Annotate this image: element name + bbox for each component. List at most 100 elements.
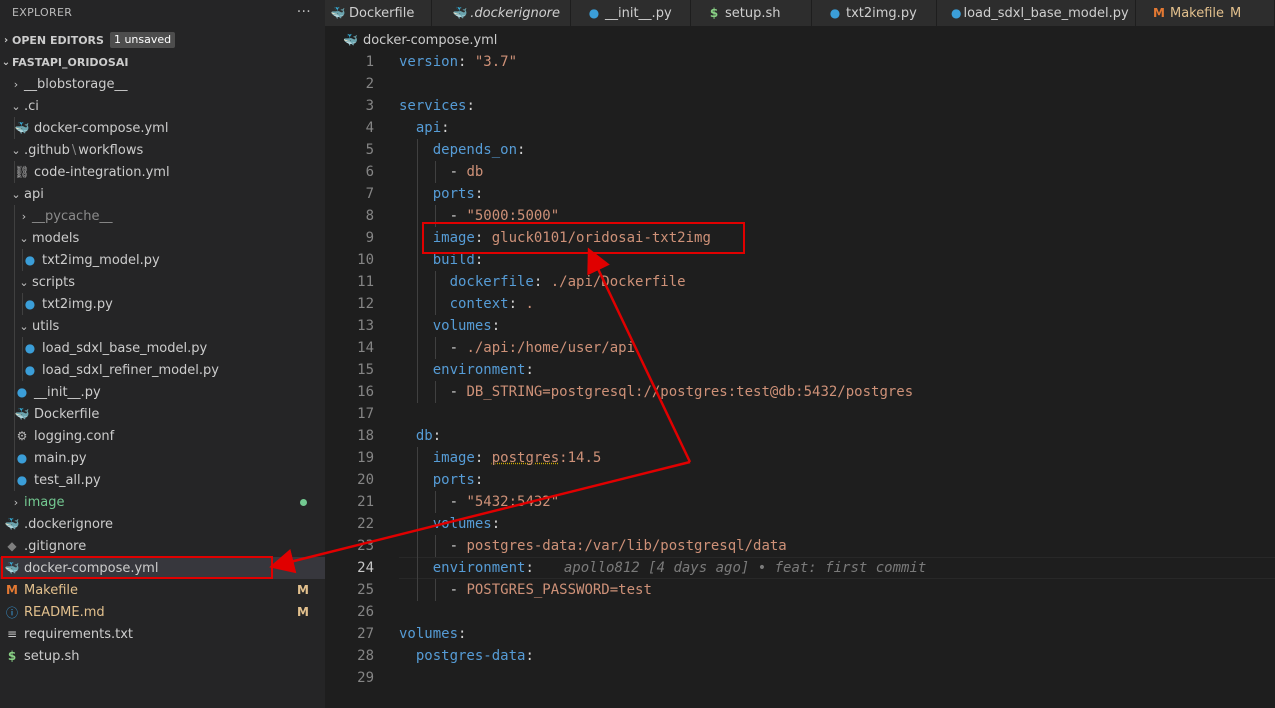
line-number: 16	[357, 384, 374, 400]
tree-file-makefile[interactable]: M Makefile M	[0, 579, 325, 601]
line-content: build:	[432, 252, 484, 268]
code-line: 8 - "5000:5000"	[325, 205, 1275, 227]
tab-setup-sh[interactable]: $ setup.sh	[691, 0, 812, 26]
yaml-value: POSTGRES_PASSWORD=test	[466, 582, 652, 598]
line-number: 19	[357, 450, 374, 466]
tree-file-gitignore[interactable]: ◆ .gitignore	[0, 535, 325, 557]
tree-folder-models[interactable]: ⌄ models	[0, 227, 325, 249]
tree-file-ci-docker-compose[interactable]: 🐳 docker-compose.yml	[0, 117, 325, 139]
tab-label: __init__.py	[605, 5, 672, 21]
chevron-down-icon: ⌄	[11, 99, 21, 113]
python-icon: ●	[951, 6, 962, 20]
tree-folder-blobstorage[interactable]: › __blobstorage__	[0, 73, 325, 95]
tree-file-test-all[interactable]: ● test_all.py	[0, 469, 325, 491]
tree-folder-scripts[interactable]: ⌄ scripts	[0, 271, 325, 293]
line-number: 15	[357, 362, 374, 378]
more-actions-icon[interactable]: ···	[297, 4, 311, 20]
tab-txt2img[interactable]: ● txt2img.py	[812, 0, 937, 26]
line-number: 11	[357, 274, 374, 290]
tree-file-init[interactable]: ● __init__.py	[0, 381, 325, 403]
line-number: 17	[357, 406, 374, 422]
chevron-down-icon: ⌄	[19, 319, 29, 333]
yaml-key: volumes	[399, 626, 459, 642]
tree-file-txt2img-model[interactable]: ● txt2img_model.py	[0, 249, 325, 271]
code-line: 16 - DB_STRING=postgresql://postgres:tes…	[325, 381, 1275, 403]
line-number: 21	[357, 494, 374, 510]
explorer-sidebar: EXPLORER ··· › OPEN EDITORS 1 unsaved ⌄ …	[0, 0, 325, 708]
tree-file-setup-sh[interactable]: $ setup.sh	[0, 645, 325, 667]
tree-file-txt2img[interactable]: ● txt2img.py	[0, 293, 325, 315]
tab-makefile[interactable]: M Makefile M	[1136, 0, 1275, 26]
code-line: 4 api:	[325, 117, 1275, 139]
code-line: 13 volumes:	[325, 315, 1275, 337]
docker-icon: 🐳	[330, 6, 346, 20]
tree-folder-pycache[interactable]: › __pycache__	[0, 205, 325, 227]
line-number: 14	[357, 340, 374, 356]
code-line: 5 depends_on:	[325, 139, 1275, 161]
tab-dockerfile[interactable]: 🐳 Dockerfile	[325, 0, 432, 26]
yaml-value: postgres	[491, 450, 560, 466]
code-line: 18 db:	[325, 425, 1275, 447]
yaml-key: image	[432, 450, 475, 466]
line-content: - postgres-data:/var/lib/postgresql/data	[449, 538, 787, 554]
yaml-key: environment	[432, 560, 526, 576]
modified-badge: M	[297, 583, 309, 597]
python-icon: ●	[588, 6, 600, 20]
docker-icon: 🐳	[343, 33, 358, 47]
breadcrumb[interactable]: 🐳 docker-compose.yml	[325, 29, 497, 51]
tree-folder-github-workflows[interactable]: ⌄ .github \ workflows	[0, 139, 325, 161]
open-editors-section[interactable]: › OPEN EDITORS 1 unsaved	[0, 29, 325, 51]
tree-file-requirements[interactable]: ≡ requirements.txt	[0, 623, 325, 645]
python-icon: ●	[16, 451, 28, 465]
code-line: 28 postgres-data:	[325, 645, 1275, 667]
tab-load-sdxl-base[interactable]: ● load_sdxl_base_model.py	[937, 0, 1136, 26]
tree-item-label: scripts	[32, 274, 75, 290]
tree-file-code-integration[interactable]: ⛓ code-integration.yml	[0, 161, 325, 183]
tree-folder-utils[interactable]: ⌄ utils	[0, 315, 325, 337]
code-line: 2	[325, 73, 1275, 95]
tree-item-label: README.md	[24, 604, 105, 620]
line-number: 9	[365, 230, 374, 246]
line-content: postgres-data:	[415, 648, 534, 664]
tree-folder-api[interactable]: ⌄ api	[0, 183, 325, 205]
code-line: 21 - "5432:5432"	[325, 491, 1275, 513]
chevron-down-icon: ⌄	[11, 143, 21, 157]
yaml-string: "5000:5000"	[466, 208, 560, 224]
info-icon: ⓘ	[5, 605, 18, 620]
gear-icon: ⚙	[16, 429, 28, 443]
tree-file-readme[interactable]: ⓘ README.md M	[0, 601, 325, 623]
line-number: 13	[357, 318, 374, 334]
code-editor[interactable]: 1 version: "3.7" 2 3 services: 4 api: 5 …	[325, 51, 1275, 708]
tree-file-main[interactable]: ● main.py	[0, 447, 325, 469]
chevron-right-icon: ›	[13, 77, 19, 91]
line-content: environment:	[432, 560, 534, 576]
tab-dockerignore[interactable]: 🐳 .dockerignore	[432, 0, 571, 26]
tree-file-logging-conf[interactable]: ⚙ logging.conf	[0, 425, 325, 447]
tree-file-load-sdxl-base[interactable]: ● load_sdxl_base_model.py	[0, 337, 325, 359]
python-icon: ●	[16, 385, 28, 399]
yaml-value: gluck0101/oridosai-txt2img	[491, 230, 711, 246]
horizontal-scrollbar[interactable]	[325, 696, 1275, 708]
tree-file-dockerignore[interactable]: 🐳 .dockerignore	[0, 513, 325, 535]
tree-file-dockerfile[interactable]: 🐳 Dockerfile	[0, 403, 325, 425]
tree-file-docker-compose[interactable]: 🐳 docker-compose.yml	[0, 557, 325, 579]
tree-item-label: main.py	[34, 450, 87, 466]
project-section[interactable]: ⌄ FASTAPI_ORIDOSAI	[0, 51, 325, 73]
python-icon: ●	[24, 297, 36, 311]
tab-init[interactable]: ● __init__.py	[571, 0, 691, 26]
chevron-right-icon: ›	[13, 495, 19, 509]
tree-folder-image[interactable]: › image	[0, 491, 325, 513]
tree-file-load-sdxl-refiner[interactable]: ● load_sdxl_refiner_model.py	[0, 359, 325, 381]
shell-icon: $	[7, 649, 17, 663]
chevron-down-icon: ⌄	[11, 187, 21, 201]
code-line: 11 dockerfile: ./api/Dockerfile	[325, 271, 1275, 293]
yaml-key: ports	[432, 472, 475, 488]
modified-badge: M	[297, 605, 309, 619]
tree-item-label: api	[24, 186, 44, 202]
line-number: 23	[357, 538, 374, 554]
tree-folder-ci[interactable]: ⌄ .ci	[0, 95, 325, 117]
chevron-right-icon: ›	[3, 34, 9, 46]
docker-icon: 🐳	[452, 6, 468, 20]
code-line: 27 volumes:	[325, 623, 1275, 645]
tree-item-label: utils	[32, 318, 60, 334]
